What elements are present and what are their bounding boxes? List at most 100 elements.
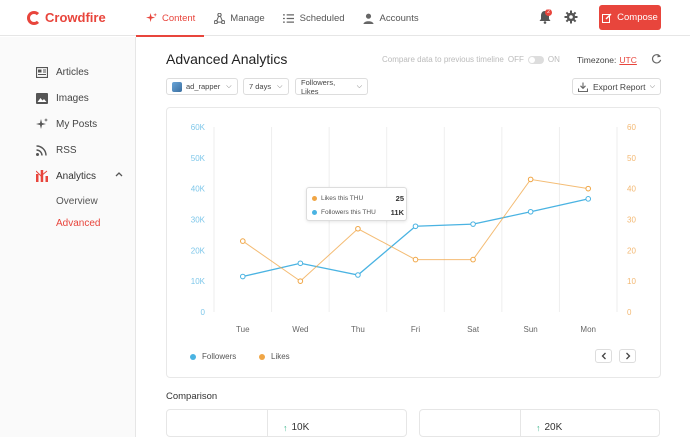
x-axis-tick: Sun [524,325,538,334]
compare-off-label: OFF [507,55,524,64]
nav-tab-label: Manage [230,12,265,24]
data-point-followers [527,208,534,215]
legend-item-followers[interactable]: Followers [190,352,236,361]
compose-label: Compose [617,12,658,23]
image-icon [35,92,48,105]
brand-name: Crowdfire [45,10,106,25]
sidebar-item-rss[interactable]: RSS [35,143,77,157]
chevron-left-icon [601,352,606,360]
tooltip-label: Likes this THU [321,194,364,202]
analytics-icon [35,170,48,183]
tooltip-row-likes: Likes this THU 25 [312,193,404,203]
list-icon [283,12,295,24]
sidebar-item-my-posts[interactable]: My Posts [35,117,97,131]
data-point-followers [297,260,304,267]
compare-toggle-group: Compare data to previous timeline OFF ON [382,55,560,64]
y-axis-left-tick: 20K [191,246,206,255]
data-point-followers [470,221,476,227]
nav-tab-accounts[interactable]: Accounts [354,0,428,36]
y-axis-left-tick: 0 [201,308,206,317]
legend-followers-dot [190,353,196,360]
data-point-likes [355,225,361,232]
download-icon [578,82,588,92]
sidebar-item-images[interactable]: Images [35,91,89,105]
compare-toggle[interactable] [527,55,544,64]
legend-likes-dot [259,353,265,360]
y-axis-right-tick: 20 [627,246,636,255]
chart-card: 0 10K 20K 30K 40K 50K 60K 0 10 20 30 40 50 60 Tue Wed Th… [166,107,661,378]
chart-tooltip: Likes this THU 25 Followers this THU 11K [306,187,407,221]
sidebar-item-label: Analytics [56,170,97,182]
y-axis-right-tick: 30 [627,216,636,225]
comparison-value: ↑ 10K [283,422,309,433]
tooltip-likes-dot [312,195,317,201]
arrow-up-icon: ↑ [536,422,541,433]
nav-tab-scheduled[interactable]: Scheduled [274,0,354,36]
sidebar-item-label: Articles [56,66,89,78]
data-point-followers [239,273,246,280]
data-point-likes [585,185,592,192]
sidebar-item-articles[interactable]: Articles [35,65,89,79]
article-icon [35,66,48,79]
timezone-link[interactable]: UTC [619,55,636,65]
nav-tab-content[interactable]: Content [136,0,205,37]
rss-icon [35,144,48,157]
y-axis-right-tick: 50 [627,154,636,163]
tooltip-label: Followers this THU [321,208,376,216]
chevron-right-icon [625,352,630,360]
export-label: Export Report [593,81,646,92]
arrow-up-icon: ↑ [283,422,288,433]
y-axis-left-tick: 60K [191,123,206,132]
nav-tab-manage[interactable]: Manage [204,0,273,36]
account-dropdown[interactable]: ad_rapper ⌵ [166,78,238,95]
range-dropdown[interactable]: 7 days ⌵ [243,78,289,95]
x-axis-tick: Mon [580,325,596,334]
metrics-value: Followers, Likes [301,77,336,96]
refresh-icon[interactable] [651,53,662,64]
y-axis-right-tick: 10 [627,277,636,286]
data-point-likes [239,238,246,244]
chevron-down-icon: ⌵ [226,82,232,90]
data-point-likes [470,256,476,263]
x-axis-tick: Thu [351,325,365,334]
sidebar-subitem-advanced[interactable]: Advanced [56,218,100,229]
legend-item-likes[interactable]: Likes [259,352,290,361]
compose-button[interactable]: Compose [599,5,661,30]
x-axis-tick: Wed [292,325,308,334]
top-navigation-bar: Crowdfire Content Manage Scheduled Accou… [0,0,690,37]
x-axis-tick: Sat [467,325,480,334]
sparkle-icon [145,12,157,24]
person-icon [363,12,375,24]
account-avatar [172,81,182,92]
x-axis-tick: Tue [236,325,250,334]
sidebar-item-analytics[interactable]: Analytics [35,169,96,183]
metrics-dropdown[interactable]: Followers, Likes ⌵ [295,77,368,96]
settings-gear-icon[interactable] [564,10,578,24]
y-axis-left-tick: 30K [191,216,206,225]
chevron-down-icon: ⌵ [356,82,362,90]
export-report-button[interactable]: Export Report ⌵ [572,78,661,95]
comparison-value-text: 20K [544,422,563,433]
y-axis-left-tick: 40K [191,185,206,194]
comparison-title: Comparison [166,391,218,402]
chevron-up-icon[interactable] [115,171,123,177]
range-value: 7 days [249,82,272,91]
chart-prev-button[interactable] [595,349,612,363]
data-point-likes [527,176,534,183]
nav-tab-label: Scheduled [299,12,345,24]
compare-on-label: ON [547,55,560,64]
tooltip-value: 25 [395,193,404,203]
sparkle-icon [35,118,48,131]
data-point-followers [355,272,361,278]
chart-next-button[interactable] [619,349,636,363]
data-point-followers [585,196,592,202]
comparison-value: ↑ 20K [536,422,562,433]
sidebar-item-label: My Posts [56,118,98,130]
comparison-value-text: 10K [291,422,310,433]
sidebar-item-label: Images [56,92,89,104]
sidebar-subitem-overview[interactable]: Overview [56,196,98,207]
crowdfire-logo[interactable]: Crowdfire [27,10,106,25]
comparison-divider [267,410,268,437]
legend-label: Followers [202,352,237,361]
data-point-followers [412,223,419,230]
